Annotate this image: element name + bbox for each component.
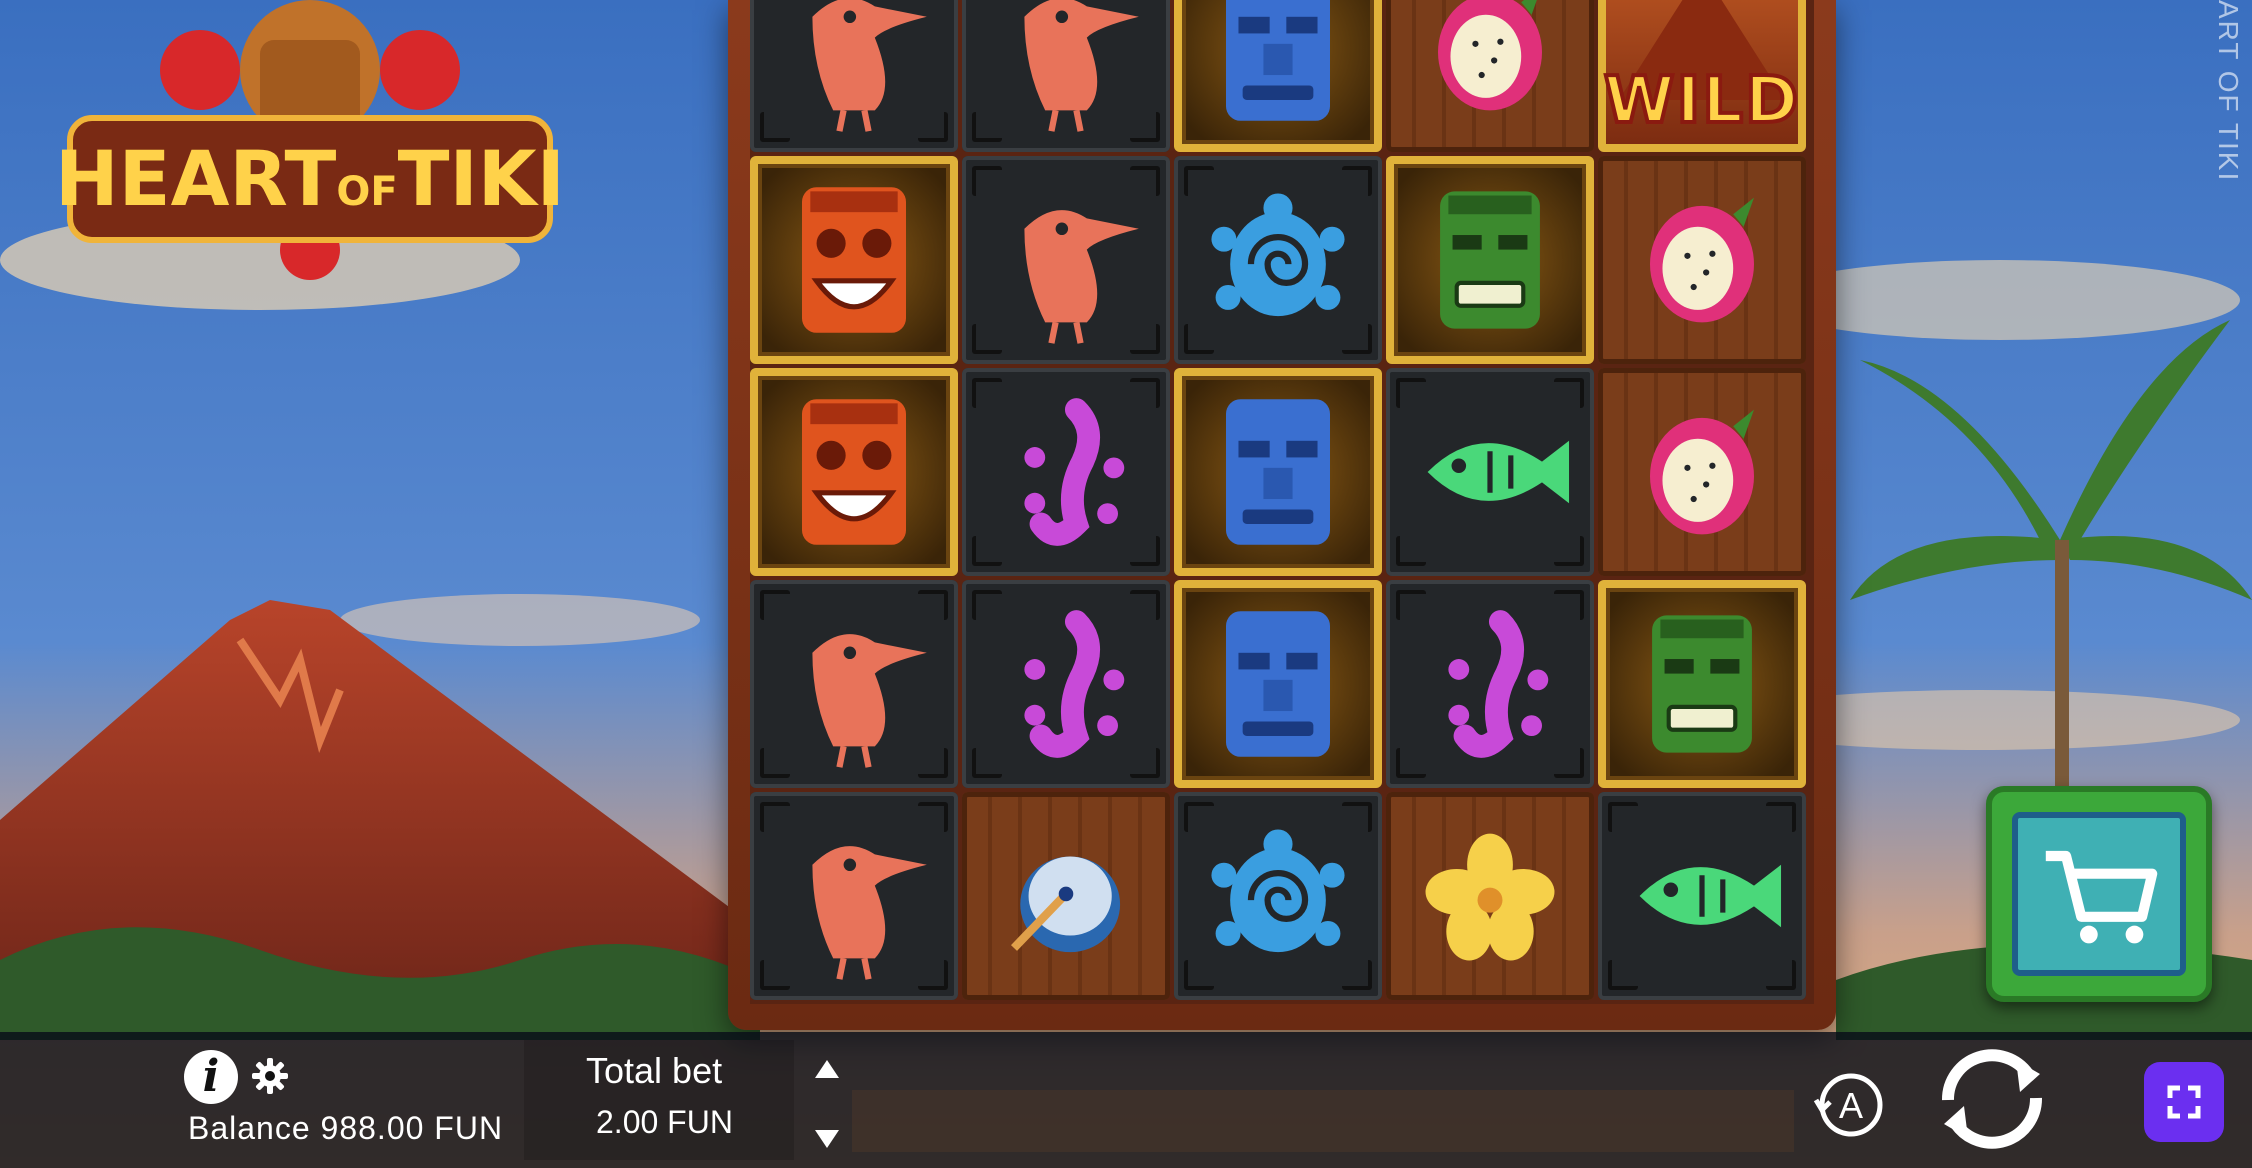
reel-cell-green-tiki <box>1598 580 1806 788</box>
reel-frame: WILD <box>728 0 1836 1030</box>
dragonfruit-symbol-icon <box>1438 0 1542 111</box>
settings-gear-icon[interactable] <box>250 1056 290 1096</box>
game-logo: HEARTOFTIKI <box>60 0 560 280</box>
turtle-symbol-icon <box>1211 829 1345 953</box>
reel-cell-blue-tiki <box>1174 580 1382 788</box>
reel-cell-dragonfruit <box>1386 0 1594 152</box>
bet-increase-button[interactable] <box>812 1054 842 1084</box>
toucan-symbol-icon <box>1024 0 1139 132</box>
fullscreen-button[interactable] <box>2144 1062 2224 1142</box>
buy-feature-inner <box>2012 812 2186 976</box>
reel-cell-orange-tiki <box>750 368 958 576</box>
reel-cell-toucan <box>750 792 958 1000</box>
reel-cell-turtle <box>1174 792 1382 1000</box>
total-bet-value: 2.00 FUN <box>596 1104 733 1140</box>
reel-cell-dragonfruit <box>1598 368 1806 576</box>
reel-cell-toucan <box>750 0 958 152</box>
dragonfruit-symbol-icon <box>1650 409 1754 535</box>
gecko-symbol-icon <box>1024 398 1125 546</box>
buy-feature-button[interactable] <box>1986 786 2212 1002</box>
logo-text-heart: HEART <box>60 134 336 223</box>
reel-grid: WILD <box>750 0 1814 1004</box>
autoplay-letter: A <box>1839 1085 1863 1126</box>
toucan-symbol-icon <box>812 634 927 768</box>
reel-cell-dragonfruit <box>1598 156 1806 364</box>
autoplay-button[interactable]: A <box>1810 1064 1892 1146</box>
blue-tiki-symbol-icon <box>1226 611 1330 757</box>
reel-cell-drum <box>962 792 1170 1000</box>
svg-text:HEARTOFTIKI: HEARTOFTIKI <box>60 134 560 223</box>
reel-cell-turtle <box>1174 156 1382 364</box>
reel-cell-toucan <box>962 0 1170 152</box>
fish-symbol-icon <box>1639 864 1782 928</box>
reel-cell-blue-tiki <box>1174 0 1382 152</box>
fullscreen-icon <box>2167 1085 2201 1119</box>
gecko-symbol-icon <box>1448 610 1549 758</box>
fish-symbol-icon <box>1427 440 1570 504</box>
reel-cell-fish <box>1598 792 1806 1000</box>
logo-text-of: OF <box>336 169 397 215</box>
reel-cell-toucan <box>750 580 958 788</box>
reel-cell-green-tiki <box>1386 156 1594 364</box>
green-tiki-symbol-icon <box>1440 191 1540 329</box>
info-button[interactable]: i <box>184 1050 238 1104</box>
wild-label: WILD <box>1602 62 1801 140</box>
orange-tiki-symbol-icon <box>802 399 906 545</box>
turtle-symbol-icon <box>1211 193 1345 317</box>
bet-strip <box>852 1090 1794 1152</box>
cart-icon <box>2045 850 2158 944</box>
balance-display: Balance 988.00 FUN <box>188 1110 504 1146</box>
logo-text-tiki: TIKI <box>398 134 560 223</box>
drum-symbol-icon <box>1011 856 1121 953</box>
reel-cell-gecko <box>962 368 1170 576</box>
total-bet-label: Total bet <box>586 1050 723 1091</box>
reel-cell-fish <box>1386 368 1594 576</box>
blue-tiki-symbol-icon <box>1226 399 1330 545</box>
reel-cell-toucan <box>962 156 1170 364</box>
spin-button[interactable] <box>1928 1040 2056 1158</box>
gecko-symbol-icon <box>1024 610 1125 758</box>
toucan-symbol-icon <box>812 0 927 132</box>
toucan-symbol-icon <box>812 846 927 980</box>
reel-cell-gecko <box>1386 580 1594 788</box>
plumeria-symbol-icon <box>1425 833 1555 961</box>
green-tiki-symbol-icon <box>1652 615 1752 753</box>
dragonfruit-symbol-icon <box>1650 197 1754 323</box>
reel-cell-gecko <box>962 580 1170 788</box>
reel-cell-orange-tiki <box>750 156 958 364</box>
bet-decrease-button[interactable] <box>812 1124 842 1154</box>
orange-tiki-symbol-icon <box>802 187 906 333</box>
reel-cell-blue-tiki <box>1174 368 1382 576</box>
blue-tiki-symbol-icon <box>1226 0 1330 121</box>
toucan-symbol-icon <box>1024 210 1139 344</box>
reel-cell-wild-volcano: WILD <box>1598 0 1806 152</box>
side-title-label: ART OF TIKI <box>2213 0 2244 183</box>
reel-cell-plumeria <box>1386 792 1594 1000</box>
